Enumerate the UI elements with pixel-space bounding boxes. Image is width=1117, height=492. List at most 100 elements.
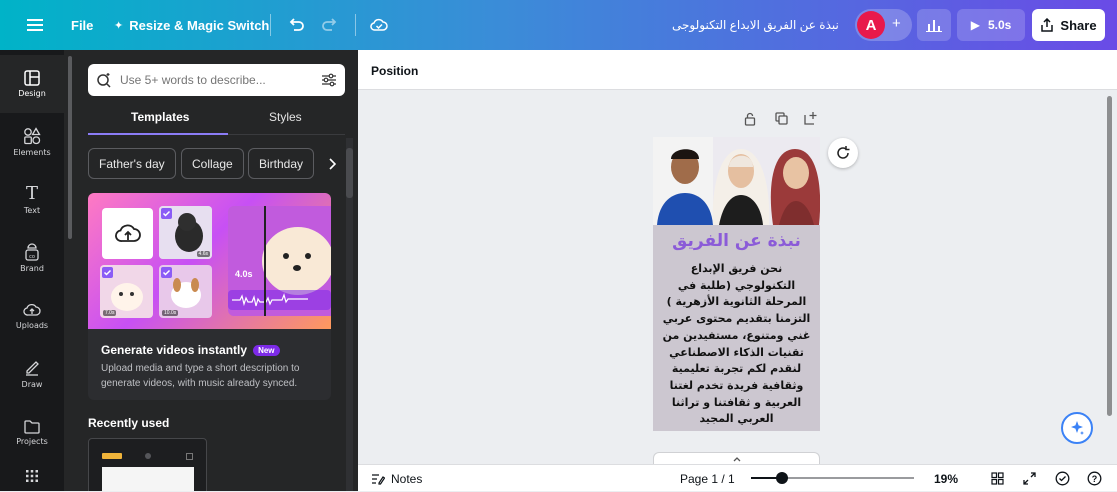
share-button[interactable]: Share: [1032, 9, 1105, 41]
svg-text:?: ?: [1092, 474, 1098, 484]
rail-label: Projects: [16, 436, 48, 446]
present-button[interactable]: ▶ 5.0s: [957, 9, 1025, 41]
search-box[interactable]: [88, 64, 345, 96]
tab-styles[interactable]: Styles: [269, 110, 302, 124]
help-icon[interactable]: ?: [1087, 465, 1102, 492]
rail-item-elements[interactable]: Elements: [0, 113, 64, 171]
team-photo[interactable]: [653, 137, 820, 225]
insights-icon[interactable]: [917, 9, 951, 41]
svg-text:co: co: [29, 254, 35, 260]
add-page-icon[interactable]: [804, 111, 818, 125]
fullscreen-icon[interactable]: [1023, 465, 1036, 492]
thumb-duration: 4.6s: [196, 251, 210, 257]
page-indicator[interactable]: Page 1 / 1: [680, 465, 735, 492]
lock-icon[interactable]: [744, 112, 756, 126]
collaborators[interactable]: A +: [855, 9, 912, 41]
rail-label: Design: [18, 89, 46, 98]
resize-magic-switch-button[interactable]: ✦ Resize & Magic Switch: [114, 0, 269, 50]
promo-illustration: 4.6s 7.0s 10.0s 4.0s: [88, 193, 331, 329]
filter-icon[interactable]: [321, 73, 337, 87]
panel-scrollbar[interactable]: [346, 138, 353, 491]
cloud-upload-icon: [114, 224, 141, 242]
rail-label: Draw: [21, 380, 43, 389]
magic-assistant-icon[interactable]: [1061, 412, 1093, 444]
regenerate-icon[interactable]: [828, 138, 858, 168]
notes-icon: [372, 473, 385, 485]
search-input[interactable]: [120, 73, 321, 87]
rail-item-draw[interactable]: Draw: [0, 345, 64, 403]
zoom-slider-handle[interactable]: [776, 472, 788, 484]
rail-label: Elements: [13, 148, 51, 157]
rail-item-brand[interactable]: co Brand: [0, 229, 64, 287]
divider: [355, 14, 356, 36]
tab-active-indicator: [88, 133, 228, 135]
promo-card[interactable]: 4.6s 7.0s 10.0s 4.0s Generate videos ins…: [88, 193, 331, 400]
design-page[interactable]: نبذة عن الفريق نحن فريق الإبداع التكنولو…: [653, 137, 820, 431]
recent-design-thumbnail[interactable]: [88, 438, 207, 491]
position-button[interactable]: Position: [371, 64, 418, 78]
menu-icon[interactable]: [22, 9, 48, 41]
promo-title-row: Generate videos instantly New: [101, 343, 280, 357]
new-badge: New: [253, 344, 280, 356]
slide-body-text[interactable]: نحن فريق الإبداع التكنولوجي (طلبة في الم…: [659, 261, 814, 428]
shapes-icon: [24, 127, 41, 145]
sparkle-icon: ✦: [114, 19, 124, 32]
slide-title[interactable]: نبذة عن الفريق: [653, 231, 820, 251]
rail-item-uploads[interactable]: Uploads: [0, 287, 64, 345]
notes-button[interactable]: Notes: [371, 465, 422, 492]
avatar[interactable]: A: [857, 11, 885, 39]
divider: [270, 14, 271, 36]
cloud-saved-icon[interactable]: [366, 9, 392, 41]
upload-tile: [102, 208, 153, 259]
file-menu[interactable]: File: [71, 0, 93, 50]
promo-title: Generate videos instantly: [101, 343, 248, 357]
rail-item-text[interactable]: T Text: [0, 171, 64, 229]
chip-fathers-day[interactable]: Father's day: [88, 148, 176, 179]
duplicate-page-icon[interactable]: [775, 112, 788, 125]
poodle-thumbnail: 4.6s: [159, 206, 212, 259]
rail-item-projects[interactable]: Projects: [0, 403, 64, 461]
grid-view-icon[interactable]: [991, 465, 1004, 492]
panel-tabs: Templates Styles: [88, 110, 345, 135]
rail-scrollbar[interactable]: [68, 56, 72, 239]
pomeranian-preview: 4.0s: [228, 206, 331, 316]
layout-icon: [24, 70, 40, 86]
thumb-duration: 7.0s: [103, 310, 117, 316]
top-bar: File ✦ Resize & Magic Switch نبذة عن الف…: [0, 0, 1117, 50]
undo-icon[interactable]: [284, 9, 308, 41]
bottom-bar: Notes Page 1 / 1 19% ?: [358, 464, 1117, 491]
rail-label: Text: [23, 206, 41, 215]
design-panel: Templates Styles Father's day Collage Bi…: [64, 50, 358, 491]
share-icon: [1041, 18, 1054, 32]
timeline-badge: 4.0s: [235, 269, 253, 279]
play-icon: ▶: [970, 18, 980, 32]
thumb-duration: 10.0s: [162, 310, 179, 316]
redo-icon[interactable]: [318, 9, 342, 41]
rail-label: Brand: [20, 264, 44, 273]
chevron-right-icon[interactable]: [317, 148, 347, 179]
side-rail: Design Elements T Text co Brand Uploads …: [0, 50, 64, 491]
cloud-upload-icon: [23, 303, 41, 316]
promo-description: Upload media and type a short descriptio…: [101, 363, 300, 389]
rail-label: Uploads: [15, 321, 49, 330]
check-icon[interactable]: [1055, 465, 1070, 492]
add-collaborator-icon[interactable]: +: [892, 16, 901, 31]
play-duration: 5.0s: [987, 18, 1012, 32]
text-icon: T: [25, 183, 38, 204]
apps-icon[interactable]: [0, 461, 64, 491]
chip-birthday[interactable]: Birthday: [248, 148, 315, 179]
canvas-scrollbar[interactable]: [1107, 96, 1112, 416]
share-label: Share: [1060, 17, 1097, 33]
zoom-value[interactable]: 19%: [934, 465, 958, 492]
resize-label: Resize & Magic Switch: [129, 17, 270, 33]
notes-label: Notes: [391, 471, 423, 486]
pen-icon: [26, 361, 39, 376]
chevron-up-icon: [733, 457, 741, 462]
page-peek-handle[interactable]: [653, 452, 820, 464]
rail-item-design[interactable]: Design: [0, 55, 64, 113]
chip-collage[interactable]: Collage: [181, 148, 244, 179]
tab-templates[interactable]: Templates: [131, 110, 189, 124]
document-title[interactable]: نبذة عن الفريق الابداع التكنولوجى: [672, 0, 839, 50]
folder-icon: [24, 419, 40, 434]
dog-thumbnail: 10.0s: [159, 265, 212, 318]
